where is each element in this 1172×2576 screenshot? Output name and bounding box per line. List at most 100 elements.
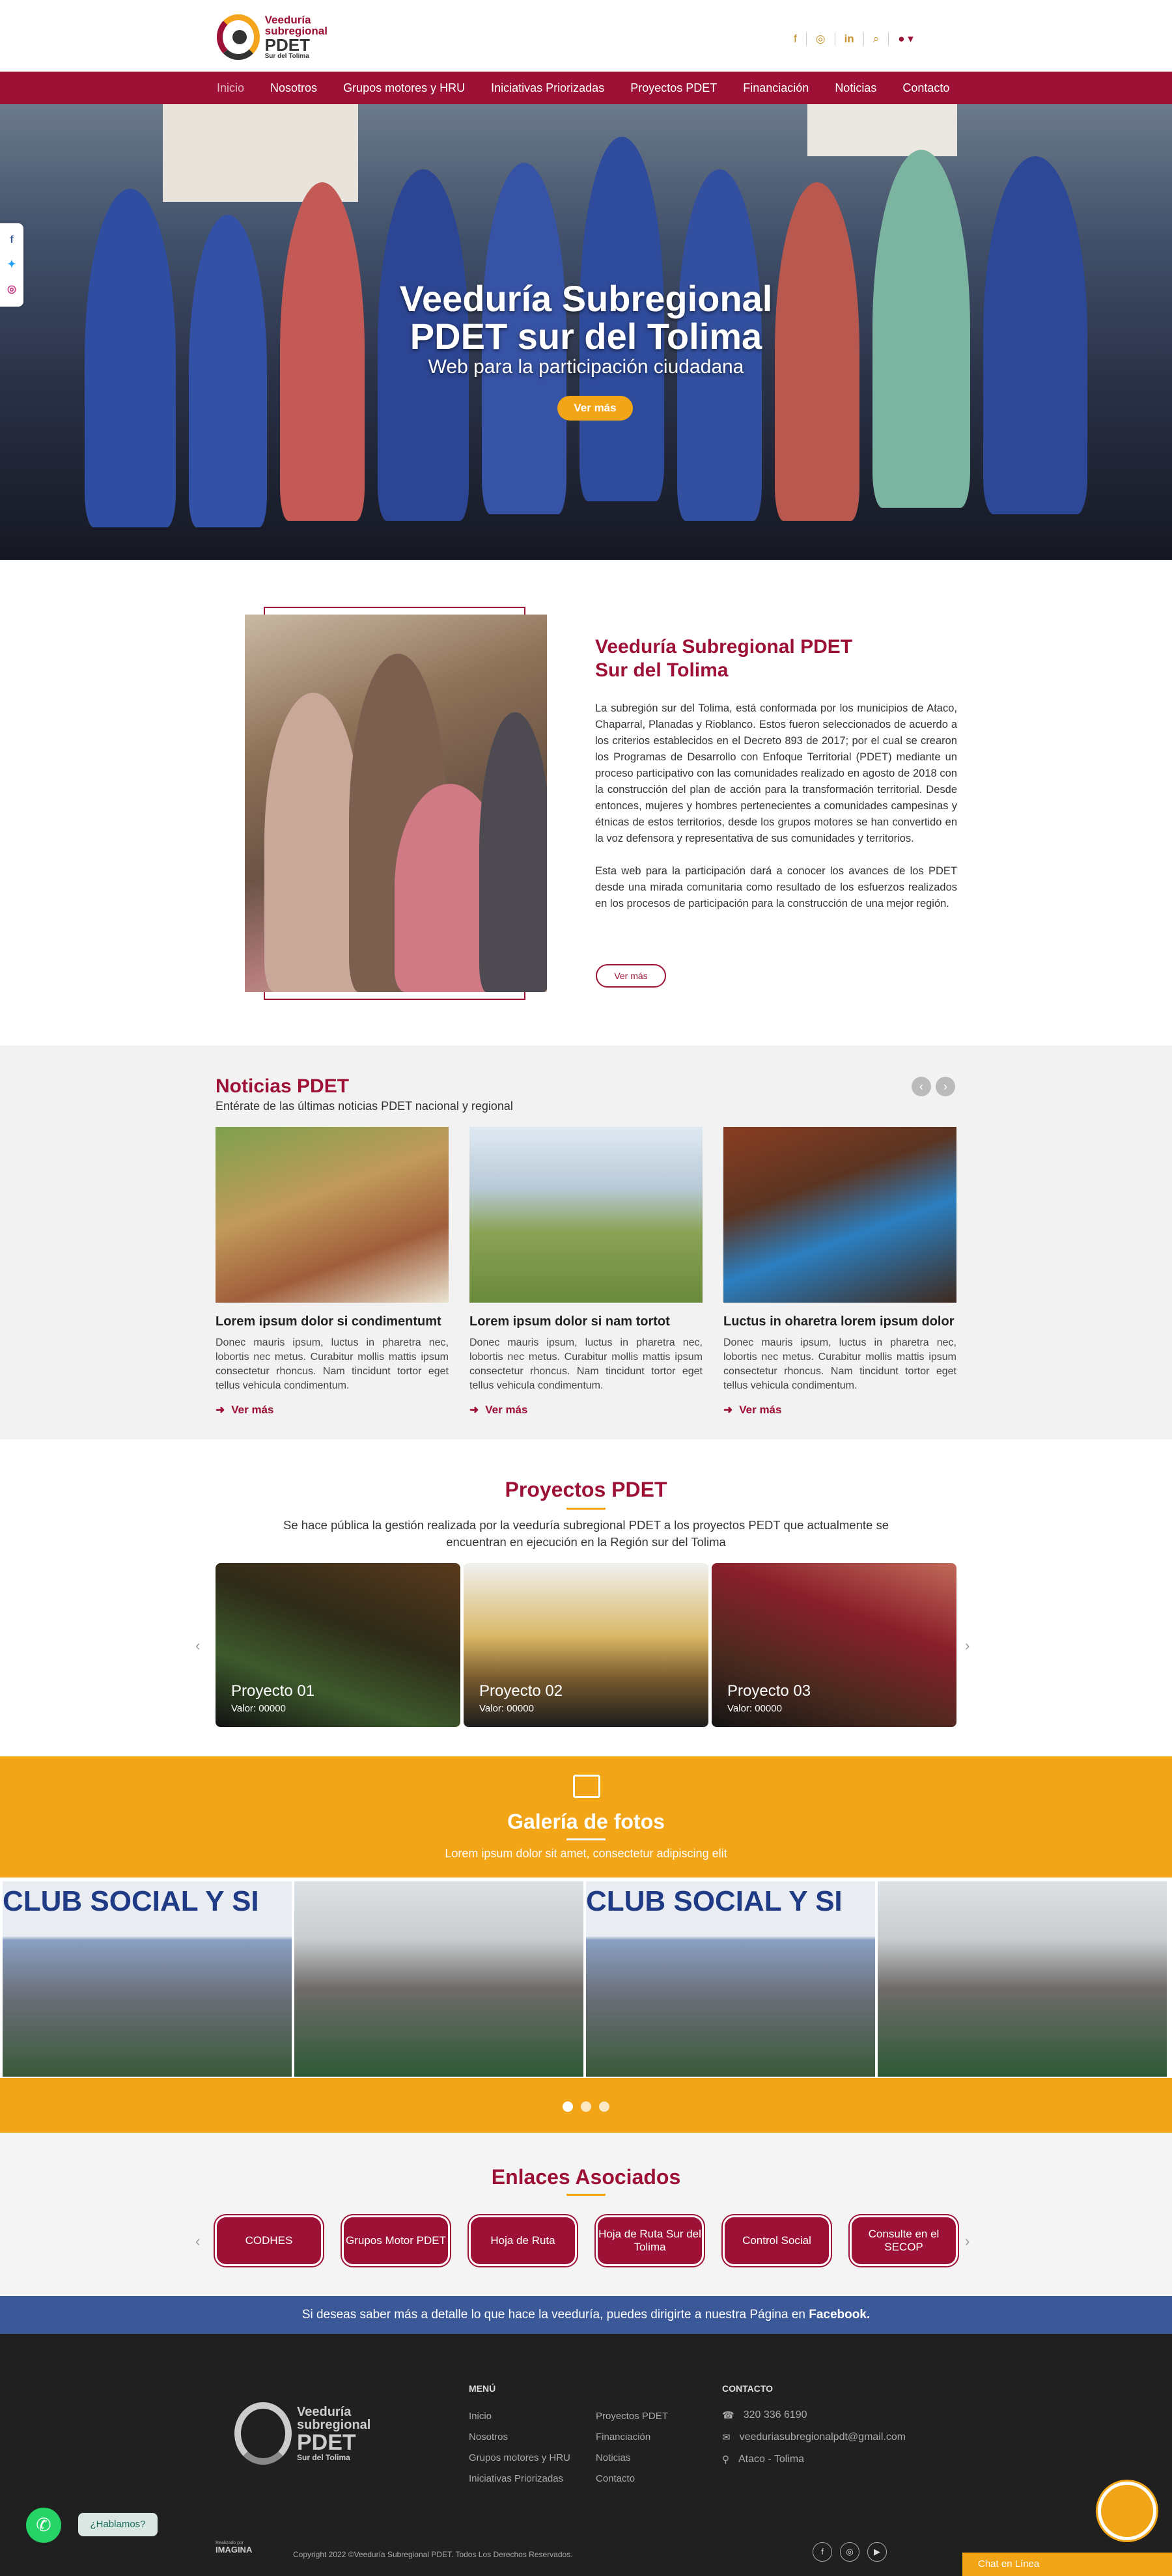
instagram-icon[interactable]: ◎ [807,33,835,46]
youtube-icon[interactable]: ▶ [867,2542,887,2562]
footer-phone[interactable]: 320 336 6190 [744,2409,807,2421]
instagram-icon[interactable]: ◎ [840,2542,859,2562]
nav-item-noticias[interactable]: Noticias [835,81,876,95]
projects-title: Proyectos PDET [505,1478,667,1501]
gallery-dot[interactable] [563,2101,573,2112]
nav-item-iniciativas[interactable]: Iniciativas Priorizadas [491,81,604,95]
chat-badge-icon[interactable] [1098,2482,1156,2540]
footer-logo[interactable]: Veeduría subregional PDET Sur del Tolima [234,2402,370,2465]
links-next-arrow-icon[interactable]: › [965,2233,970,2250]
news-card-more-link[interactable]: Ver más [485,1404,527,1417]
hero-title-line-1: Veeduría Subregional [399,278,773,319]
hero-title-line-2: PDET sur del Tolima [410,316,762,357]
footer-link[interactable]: Grupos motores y HRU [469,2452,570,2463]
project-card-name: Proyecto 01 [231,1682,315,1700]
nav-item-nosotros[interactable]: Nosotros [270,81,317,95]
projects-next-arrow-icon[interactable]: › [965,1637,970,1654]
about-paragraph-1: La subregión sur del Tolima, está confor… [595,702,957,844]
email-icon: ✉ [722,2432,731,2443]
about-photo-person [479,712,547,992]
about-title-line-1: Veeduría Subregional PDET [595,636,853,658]
hero-more-button[interactable]: Ver más [557,396,633,421]
news-card-title[interactable]: Lorem ipsum dolor si condimentumt [216,1314,449,1329]
news-next-arrow-icon[interactable]: › [936,1077,955,1096]
news-card-title[interactable]: Luctus in oharetra lorem ipsum dolor [723,1314,956,1329]
gallery-dot[interactable] [599,2101,609,2112]
link-button-grupos-motor[interactable]: Grupos Motor PDET [344,2217,448,2264]
gallery-photo[interactable] [294,1881,583,2077]
whatsapp-bubble[interactable]: ¿Hablamos? [78,2513,158,2536]
footer-link[interactable]: Contacto [596,2473,668,2484]
user-icon[interactable]: ● ▾ [889,33,923,46]
nav-item-proyectos[interactable]: Proyectos PDET [630,81,717,95]
footer-link[interactable]: Proyectos PDET [596,2411,668,2422]
footer-credit[interactable]: Realizado por IMAGINA [216,2541,252,2554]
gallery-photo[interactable]: CLUB SOCIAL Y SI [3,1881,292,2077]
footer-link[interactable]: Inicio [469,2411,570,2422]
hero-title: Veeduría Subregional PDET sur del Tolima [0,280,1172,355]
news-card[interactable]: Lorem ipsum dolor si condimentumt Donec … [216,1127,449,1417]
footer-menu-col-2: Proyectos PDET Financiación Noticias Con… [596,2411,668,2484]
news-card[interactable]: Lorem ipsum dolor si nam tortot Donec ma… [469,1127,703,1417]
whatsapp-icon[interactable]: ✆ [26,2508,61,2543]
site-logo[interactable]: Veeduría subregional PDET Sur del Tolima [217,9,328,65]
logo-line-1: Veeduría [264,14,311,26]
news-prev-arrow-icon[interactable]: ‹ [912,1077,931,1096]
facebook-page-link[interactable]: Facebook. [809,2308,870,2321]
footer-link[interactable]: Iniciativas Priorizadas [469,2473,570,2484]
news-card-title[interactable]: Lorem ipsum dolor si nam tortot [469,1314,703,1329]
linkedin-icon[interactable]: in [835,33,864,46]
facebook-band-text: Si deseas saber más a detalle lo que hac… [301,2308,809,2321]
footer-email[interactable]: veeduriasubregionalpdt@gmail.com [740,2431,906,2443]
chat-online-bar[interactable]: Chat en Línea [962,2553,1172,2576]
link-button-codhes[interactable]: CODHES [217,2217,321,2264]
nav-item-grupos-motores[interactable]: Grupos motores y HRU [343,81,465,95]
gallery-subtitle: Lorem ipsum dolor sit amet, consectetur … [445,1847,727,1860]
link-button-control-social[interactable]: Control Social [725,2217,829,2264]
news-card-image[interactable] [469,1127,703,1303]
footer-logo-line-1: Veeduría [297,2405,352,2419]
hero-subtitle: Web para la participación ciudadana [428,356,744,378]
news-card-text: Donec mauris ipsum, luctus in pharetra n… [469,1337,703,1391]
gallery-pagination [563,2101,609,2112]
facebook-icon[interactable]: f [813,2542,832,2562]
arrow-circle-icon: ➜ [469,1404,479,1416]
news-title: Noticias PDET [216,1075,350,1097]
news-card-more-link[interactable]: Ver más [739,1404,781,1417]
news-card-more-link[interactable]: Ver más [231,1404,273,1417]
twitter-icon[interactable]: ✦ [7,258,16,271]
logo-line-3: PDET [264,35,310,55]
link-button-secop[interactable]: Consulte en el SECOP [852,2217,956,2264]
news-card-image[interactable] [216,1127,449,1303]
facebook-icon[interactable]: f [10,234,13,246]
project-card[interactable]: Proyecto 02 Valor: 00000 [464,1563,708,1727]
links-prev-arrow-icon[interactable]: ‹ [195,2233,200,2250]
instagram-icon[interactable]: ◎ [7,283,16,296]
search-icon[interactable]: ⌕ [864,33,889,46]
project-card[interactable]: Proyecto 03 Valor: 00000 [712,1563,956,1727]
footer-link[interactable]: Financiación [596,2431,668,2443]
about-paragraph-2: Esta web para la participación dará a co… [595,865,957,909]
footer-link[interactable]: Nosotros [469,2431,570,2443]
footer-link[interactable]: Noticias [596,2452,668,2463]
project-card[interactable]: Proyecto 01 Valor: 00000 [216,1563,460,1727]
gallery-photo[interactable] [878,1881,1167,2077]
nav-item-financiacion[interactable]: Financiación [743,81,809,95]
footer-menu-col-1: Inicio Nosotros Grupos motores y HRU Ini… [469,2411,570,2484]
nav-item-inicio[interactable]: Inicio [217,81,244,95]
projects-prev-arrow-icon[interactable]: ‹ [195,1637,200,1654]
nav-item-contacto[interactable]: Contacto [902,81,949,95]
footer-social: f ◎ ▶ [813,2542,887,2562]
link-button-hoja-de-ruta[interactable]: Hoja de Ruta [471,2217,575,2264]
facebook-icon[interactable]: f [785,33,807,46]
news-card-image[interactable] [723,1127,956,1303]
about-more-button[interactable]: Ver más [596,964,666,988]
main-nav: Inicio Nosotros Grupos motores y HRU Ini… [0,72,1172,104]
link-button-hoja-de-ruta-sur[interactable]: Hoja de Ruta Sur del Tolima [598,2217,702,2264]
header-icons: f ◎ in ⌕ ● ▾ [785,31,923,47]
project-card-value: Valor: 00000 [727,1703,782,1714]
projects-subtitle: Se hace pública la gestión realizada por… [283,1518,889,1549]
gallery-photo[interactable]: CLUB SOCIAL Y SI [586,1881,875,2077]
news-card[interactable]: Luctus in oharetra lorem ipsum dolor Don… [723,1127,956,1417]
gallery-dot[interactable] [581,2101,591,2112]
